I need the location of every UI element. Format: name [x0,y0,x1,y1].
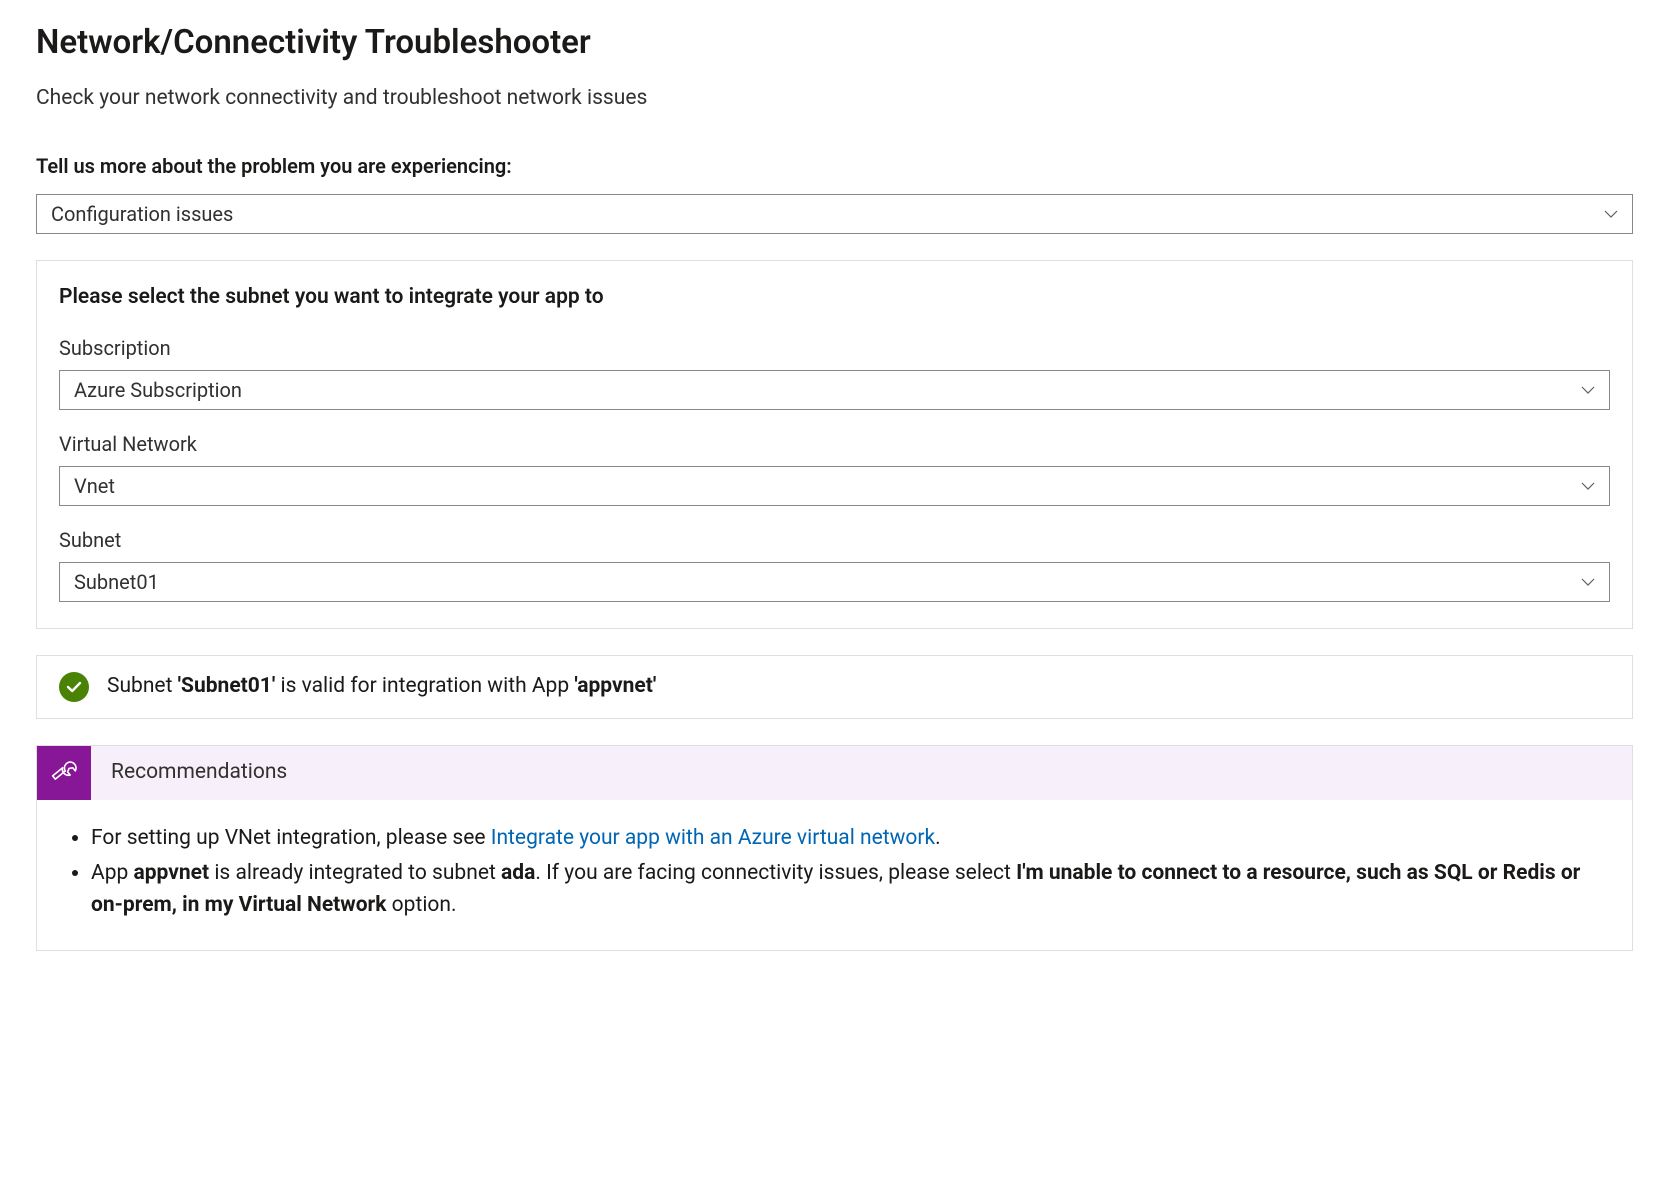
subscription-label: Subscription [59,334,1610,362]
subnet-panel-title: Please select the subnet you want to int… [59,283,1610,312]
chevron-down-icon [1579,381,1597,399]
recommendations-header: Recommendations [37,746,1632,800]
reco2-p2: is already integrated to subnet [209,861,501,885]
page-subtitle: Check your network connectivity and trou… [36,84,1633,113]
validation-status-text: Subnet 'Subnet01' is valid for integrati… [107,672,656,701]
recommendation-item: App appvnet is already integrated to sub… [91,857,1606,922]
chevron-down-icon [1579,477,1597,495]
subnet-value: Subnet01 [74,568,159,596]
status-app-name: 'appvnet' [574,674,656,698]
wrench-icon [37,746,91,800]
reco1-pre: For setting up VNet integration, please … [91,826,491,850]
reco2-subnet-name: ada [501,861,535,885]
recommendations-panel: Recommendations For setting up VNet inte… [36,745,1633,951]
reco2-p1: App [91,861,134,885]
reco2-app-name: appvnet [134,861,210,885]
status-mid: is valid for integration with App [275,674,574,698]
problem-type-value: Configuration issues [51,200,233,228]
subnet-selection-panel: Please select the subnet you want to int… [36,260,1633,629]
subnet-select[interactable]: Subnet01 [59,562,1610,602]
reco2-p3: . If you are facing connectivity issues,… [535,861,1016,885]
recommendation-item: For setting up VNet integration, please … [91,822,1606,855]
subscription-select[interactable]: Azure Subscription [59,370,1610,410]
vnet-value: Vnet [74,472,115,500]
chevron-down-icon [1579,573,1597,591]
problem-type-select[interactable]: Configuration issues [36,194,1633,234]
vnet-select[interactable]: Vnet [59,466,1610,506]
recommendations-title: Recommendations [111,758,287,787]
reco1-post: . [935,826,941,850]
vnet-integration-doc-link[interactable]: Integrate your app with an Azure virtual… [491,826,935,850]
success-check-icon [59,672,89,702]
page-title: Network/Connectivity Troubleshooter [36,20,1633,66]
vnet-label: Virtual Network [59,430,1610,458]
recommendations-body: For setting up VNet integration, please … [37,800,1632,950]
subnet-label: Subnet [59,526,1610,554]
status-pre: Subnet [107,674,178,698]
status-subnet-name: 'Subnet01' [178,674,276,698]
problem-prompt-label: Tell us more about the problem you are e… [36,152,1633,180]
reco2-p4: option. [386,893,456,917]
validation-status-panel: Subnet 'Subnet01' is valid for integrati… [36,655,1633,719]
chevron-down-icon [1602,205,1620,223]
subscription-value: Azure Subscription [74,376,242,404]
